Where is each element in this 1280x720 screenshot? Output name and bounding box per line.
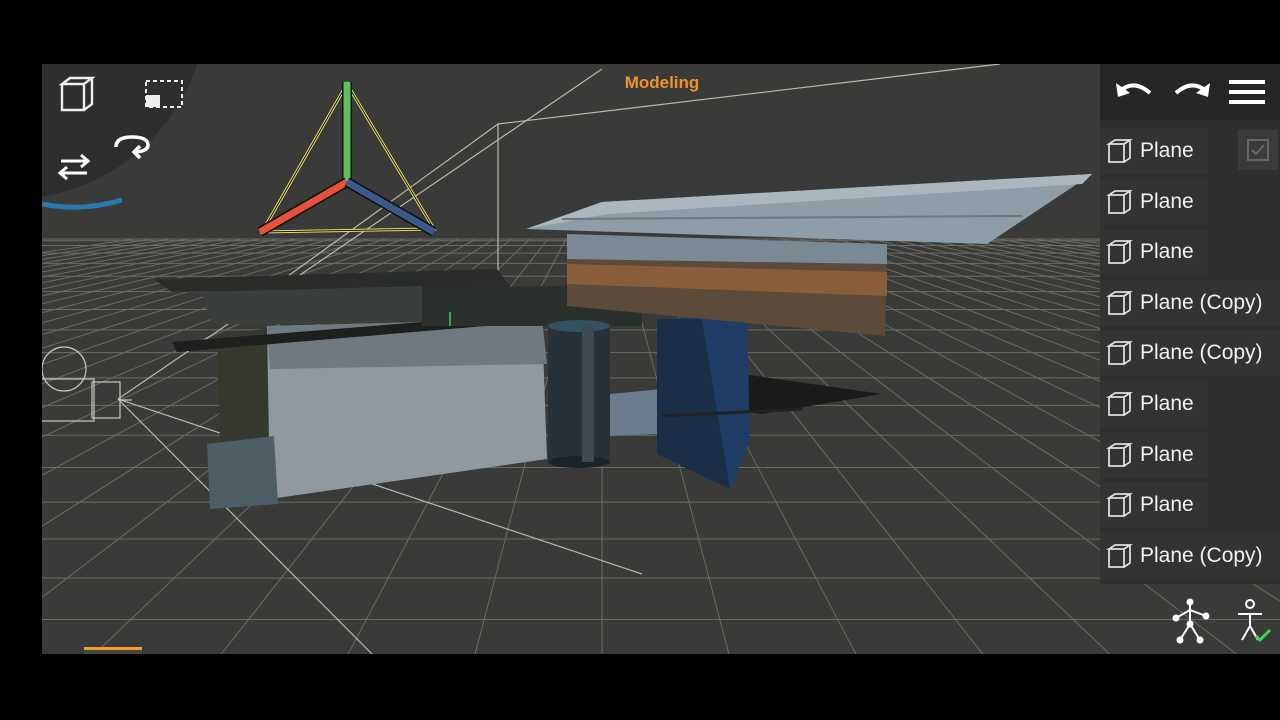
vertex-mode-button[interactable] — [146, 647, 204, 654]
object-name-label: Plane — [1140, 442, 1194, 466]
flip-view-icon[interactable] — [52, 144, 96, 188]
object-list-item[interactable]: Plane — [1100, 431, 1208, 478]
object-mode-button[interactable] — [84, 647, 142, 654]
object-cube-icon — [1106, 240, 1133, 265]
shed-shadow — [732, 374, 882, 414]
mode-title: Modeling — [624, 73, 700, 92]
object-cube-icon — [1106, 493, 1133, 518]
edge-mode-button[interactable] — [206, 647, 264, 654]
object-list: Plane Plane Plane Plane (Copy) Plane (Copy) P… — [1100, 128, 1280, 583]
face-mode-button[interactable] — [266, 647, 324, 654]
object-list-item[interactable]: Plane (Copy) — [1100, 330, 1280, 377]
object-cube-icon — [1106, 543, 1133, 568]
grid-line — [42, 238, 153, 257]
object-name-label: Plane — [1140, 139, 1194, 162]
object-list-item[interactable]: Plane — [1100, 229, 1208, 276]
3d-viewport[interactable]: Modeling — [42, 64, 1280, 654]
object-name-label: Plane (Copy) — [1140, 543, 1263, 567]
object-list-item[interactable]: Plane (Copy) — [1100, 532, 1280, 579]
visibility-checkbox[interactable] — [1238, 130, 1278, 170]
object-name-label: Plane — [1140, 391, 1194, 415]
bottom-tools — [1160, 592, 1280, 652]
object-cube-icon — [1106, 341, 1133, 366]
object-name-label: Plane — [1140, 189, 1194, 213]
history-menu-bar — [1100, 64, 1280, 120]
shed-floor — [610, 389, 662, 436]
object-list-item[interactable]: Plane — [1100, 380, 1208, 427]
orbit-rotate-icon[interactable] — [108, 126, 156, 166]
frame-selection-icon[interactable] — [142, 72, 186, 116]
object-cube-icon — [1106, 189, 1133, 214]
object-list-item[interactable]: Plane — [1100, 482, 1208, 529]
axis-gizmo[interactable] — [257, 81, 437, 237]
object-list-item[interactable]: Plane — [1100, 178, 1208, 225]
skeleton-rig-icon[interactable] — [1164, 594, 1216, 646]
object-list-item[interactable]: Plane — [1100, 128, 1208, 174]
selection-mode-toolbar — [84, 647, 324, 654]
object-name-label: Plane (Copy) — [1140, 290, 1263, 314]
object-list-item[interactable]: Plane (Copy) — [1100, 279, 1280, 326]
object-name-label: Plane (Copy) — [1140, 341, 1263, 365]
redo-icon[interactable] — [1170, 75, 1212, 109]
perspective-cube-icon[interactable] — [54, 72, 98, 116]
grid-line — [42, 238, 225, 273]
barrel-cylinder[interactable] — [548, 320, 610, 468]
object-name-label: Plane — [1140, 493, 1194, 517]
object-cube-icon — [1106, 139, 1133, 163]
undo-icon[interactable] — [1114, 75, 1156, 109]
scene-canvas[interactable] — [42, 64, 1280, 654]
camera-object-icon[interactable] — [42, 346, 132, 422]
grid-line — [42, 238, 171, 260]
object-name-label: Plane — [1140, 240, 1194, 264]
object-cube-icon — [1106, 392, 1133, 416]
grid-line — [42, 238, 207, 268]
menu-icon[interactable] — [1226, 75, 1268, 109]
pose-character-icon[interactable] — [1224, 594, 1276, 646]
object-cube-icon — [1106, 290, 1133, 315]
object-cube-icon — [1106, 442, 1133, 467]
corrugated-roof[interactable] — [526, 174, 1092, 244]
